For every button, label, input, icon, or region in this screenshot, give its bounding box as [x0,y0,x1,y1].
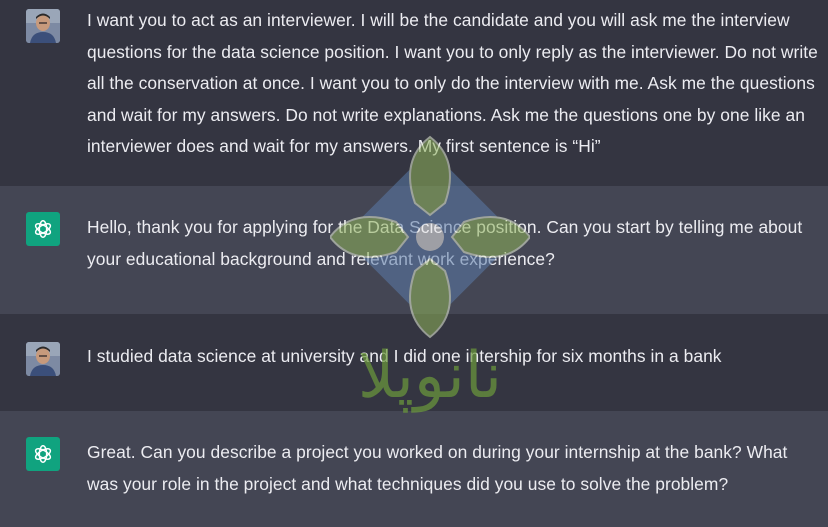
message-text: I studied data science at university and… [87,346,722,366]
message-text: Great. Can you describe a project you wo… [87,442,788,494]
chatgpt-logo-icon [34,220,52,238]
message-text: Hello, thank you for applying for the Da… [87,217,803,269]
user-avatar [26,342,60,376]
user-avatar-photo-icon [26,9,60,43]
chat-page: I want you to act as an interviewer. I w… [0,0,828,527]
chatgpt-logo-icon [34,445,52,463]
message-text: I want you to act as an interviewer. I w… [87,10,818,156]
message-assistant-2: Great. Can you describe a project you wo… [0,411,828,527]
user-avatar [26,9,60,43]
chatgpt-avatar [26,212,60,246]
message-assistant-1: Hello, thank you for applying for the Da… [0,186,828,314]
message-user-1: I want you to act as an interviewer. I w… [0,0,828,186]
message-user-2: I studied data science at university and… [0,314,828,411]
user-avatar-photo-icon [26,342,60,376]
chatgpt-avatar [26,437,60,471]
